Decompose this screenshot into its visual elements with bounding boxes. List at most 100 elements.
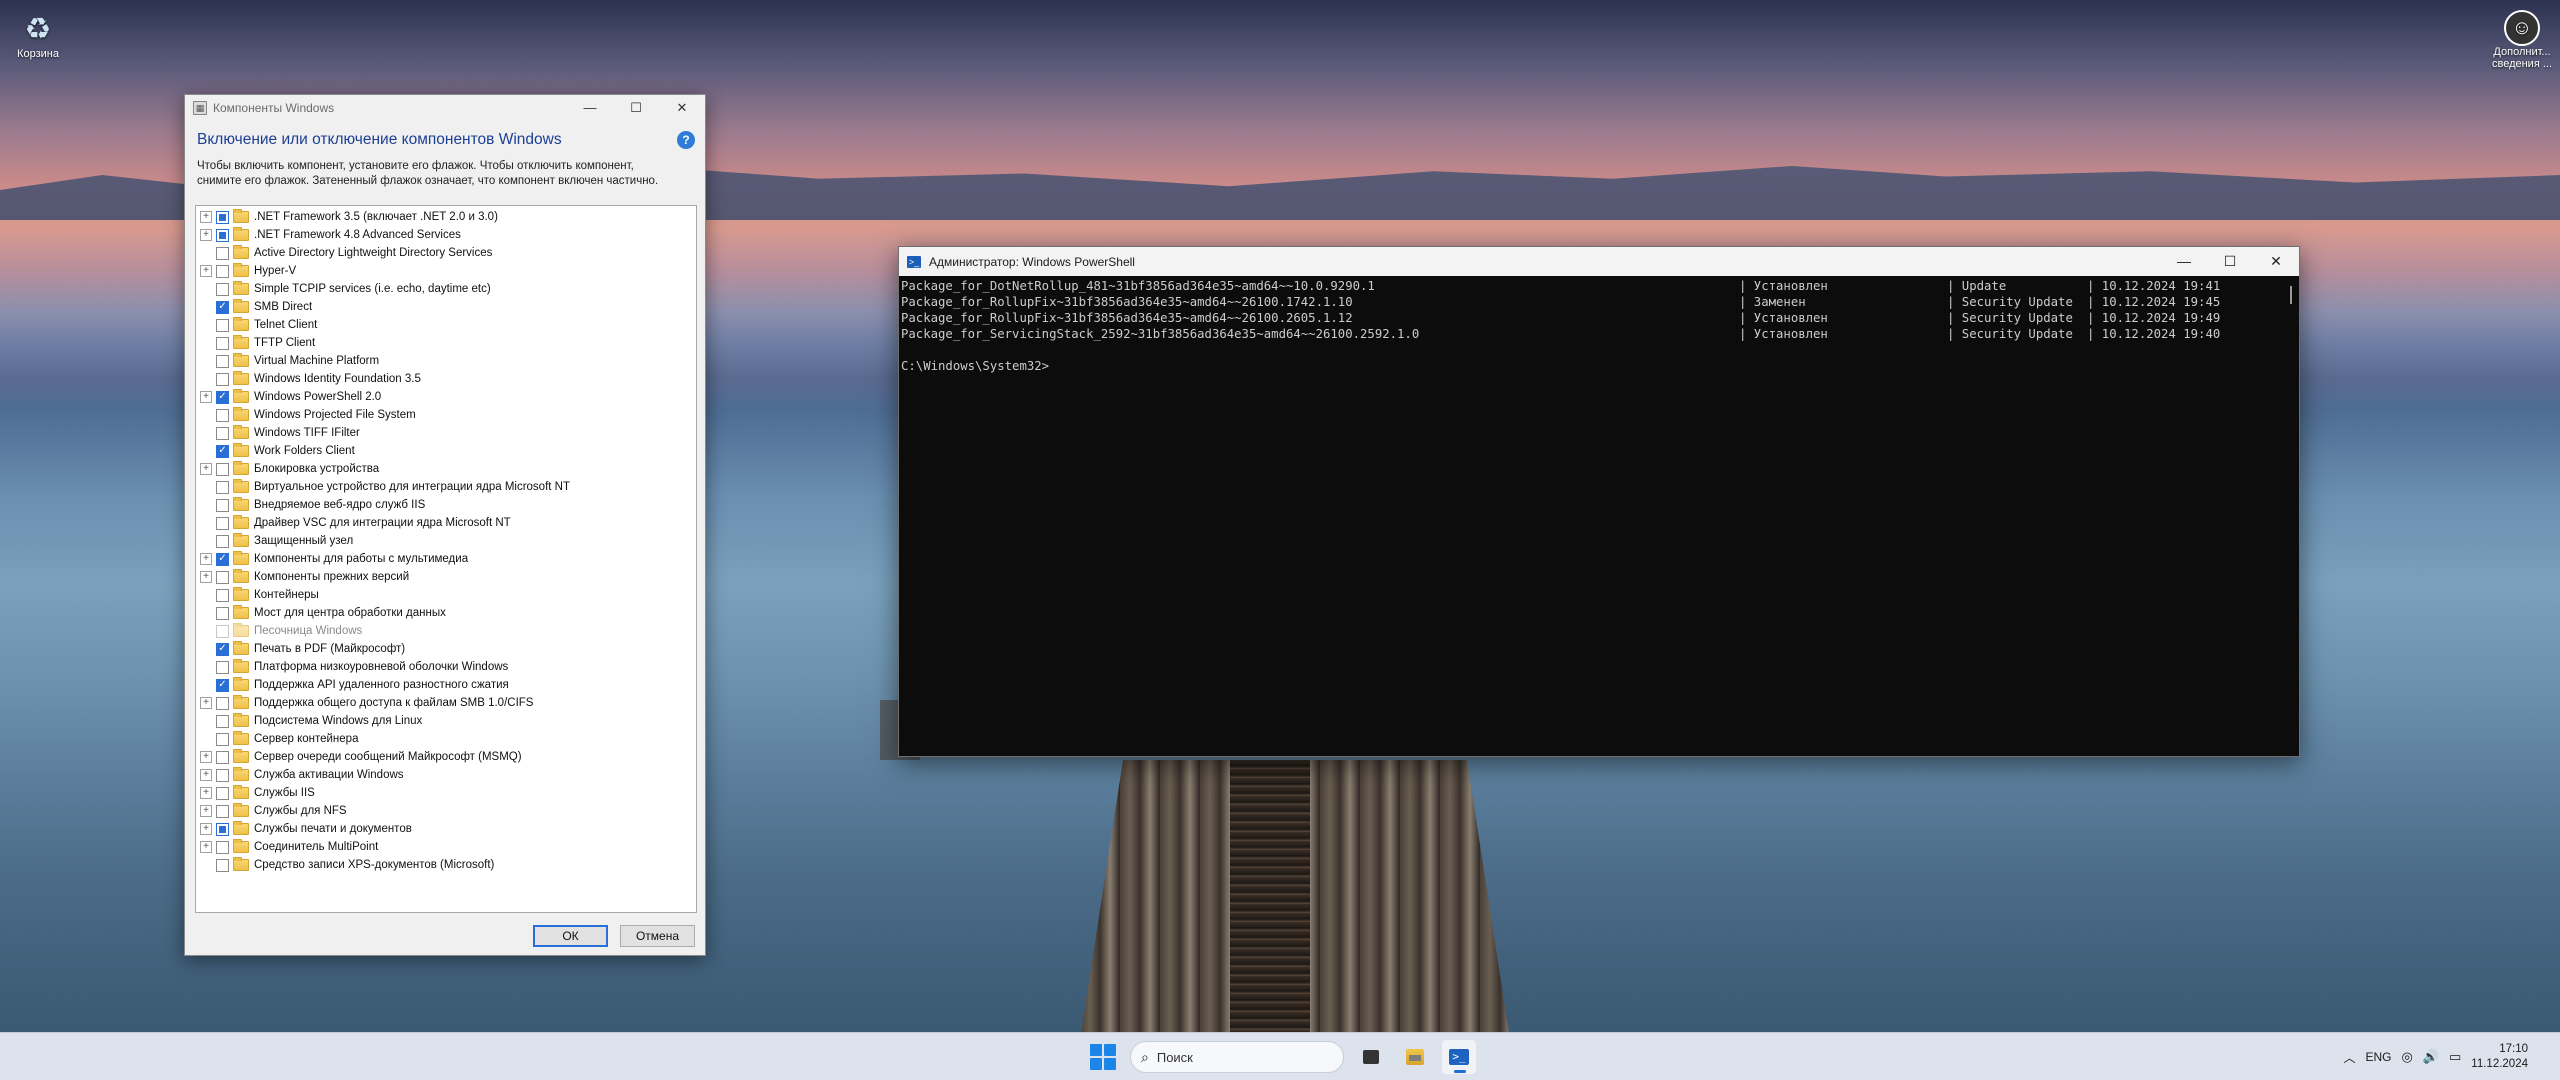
feature-row[interactable]: + Сервер очереди сообщений Майкрософт (MS… (196, 748, 696, 766)
feature-checkbox[interactable] (216, 480, 229, 494)
cancel-button[interactable]: Отмена (620, 925, 695, 947)
feature-checkbox[interactable] (216, 660, 229, 674)
feature-row[interactable]: ✓ Work Folders Client (196, 442, 696, 460)
expand-icon[interactable]: + (200, 751, 212, 763)
feature-checkbox[interactable] (216, 426, 229, 440)
feature-row[interactable]: Simple TCPIP services (i.e. echo, daytim… (196, 280, 696, 298)
ps-maximize-button[interactable]: ☐ (2207, 247, 2253, 276)
feature-checkbox[interactable] (216, 732, 229, 746)
expand-icon[interactable]: + (200, 265, 212, 277)
feature-row[interactable]: Внедряемое веб-ядро служб IIS (196, 496, 696, 514)
console-prompt[interactable]: C:\Windows\System32> (901, 358, 2279, 374)
feature-row[interactable]: Средство записи XPS-документов (Microsof… (196, 856, 696, 874)
expand-icon[interactable]: + (200, 769, 212, 781)
feature-checkbox[interactable] (216, 840, 229, 854)
feature-checkbox[interactable] (216, 498, 229, 512)
feature-checkbox[interactable] (216, 264, 229, 278)
show-desktop-button[interactable] (2538, 1034, 2548, 1080)
expand-icon[interactable]: + (200, 697, 212, 709)
feature-row[interactable]: ✓ Печать в PDF (Майкрософт) (196, 640, 696, 658)
feature-row[interactable]: Песочница Windows (196, 622, 696, 640)
feature-checkbox[interactable]: ✓ (216, 444, 229, 458)
recycle-bin-shortcut[interactable]: ♻ Корзина (2, 12, 74, 60)
feature-row[interactable]: Telnet Client (196, 316, 696, 334)
start-button[interactable] (1086, 1040, 1120, 1074)
feature-checkbox[interactable] (216, 624, 229, 638)
feature-row[interactable]: Подсистема Windows для Linux (196, 712, 696, 730)
feature-row[interactable]: + ✓ Компоненты для работы с мультимедиа (196, 550, 696, 568)
show-hidden-icons-icon[interactable]: ︿ (2343, 1049, 2355, 1066)
features-titlebar[interactable]: ▦ Компоненты Windows — ☐ ✕ (185, 95, 705, 121)
feature-row[interactable]: + Компоненты прежних версий (196, 568, 696, 586)
feature-row[interactable]: Мост для центра обработки данных (196, 604, 696, 622)
feature-row[interactable]: Active Directory Lightweight Directory S… (196, 244, 696, 262)
feature-checkbox[interactable] (216, 768, 229, 782)
feature-row[interactable]: + ✓ Windows PowerShell 2.0 (196, 388, 696, 406)
feature-checkbox[interactable] (216, 858, 229, 872)
feature-row[interactable]: ✓ SMB Direct (196, 298, 696, 316)
input-language[interactable]: ENG (2365, 1050, 2391, 1064)
feature-checkbox[interactable] (216, 462, 229, 476)
feature-checkbox[interactable]: ✓ (216, 390, 229, 404)
feature-row[interactable]: Сервер контейнера (196, 730, 696, 748)
feature-row[interactable]: + Поддержка общего доступа к файлам SMB 1… (196, 694, 696, 712)
feature-row[interactable]: Windows Identity Foundation 3.5 (196, 370, 696, 388)
feature-checkbox[interactable] (216, 336, 229, 350)
maximize-button[interactable]: ☐ (613, 95, 659, 121)
expand-icon[interactable]: + (200, 823, 212, 835)
feature-row[interactable]: + Блокировка устройства (196, 460, 696, 478)
minimize-button[interactable]: — (567, 95, 613, 121)
expand-icon[interactable]: + (200, 553, 212, 565)
feature-checkbox[interactable] (216, 516, 229, 530)
feature-checkbox[interactable] (216, 354, 229, 368)
volume-icon[interactable]: 🔊 (2423, 1049, 2439, 1065)
feature-row[interactable]: Windows Projected File System (196, 406, 696, 424)
feature-checkbox[interactable] (216, 318, 229, 332)
feature-row[interactable]: Виртуальное устройство для интеграции яд… (196, 478, 696, 496)
feature-row[interactable]: ✓ Поддержка API удаленного разностного сж… (196, 676, 696, 694)
ok-button[interactable]: ОК (533, 925, 608, 947)
feature-row[interactable]: Windows TIFF IFilter (196, 424, 696, 442)
expand-icon[interactable]: + (200, 787, 212, 799)
feature-row[interactable]: TFTP Client (196, 334, 696, 352)
feature-row[interactable]: + Hyper-V (196, 262, 696, 280)
feature-row[interactable]: + .NET Framework 3.5 (включает .NET 2.0 и… (196, 208, 696, 226)
scrollbar-thumb[interactable] (2290, 286, 2292, 304)
expand-icon[interactable]: + (200, 229, 212, 241)
feature-checkbox[interactable] (216, 786, 229, 800)
feature-checkbox[interactable] (216, 822, 229, 836)
feature-row[interactable]: Virtual Machine Platform (196, 352, 696, 370)
expand-icon[interactable]: + (200, 391, 212, 403)
feature-checkbox[interactable] (216, 606, 229, 620)
feature-row[interactable]: + Соединитель MultiPoint (196, 838, 696, 856)
feature-row[interactable]: + Службы IIS (196, 784, 696, 802)
features-tree[interactable]: + .NET Framework 3.5 (включает .NET 2.0 и… (195, 205, 697, 913)
feature-row[interactable]: + Служба активации Windows (196, 766, 696, 784)
feature-checkbox[interactable]: ✓ (216, 642, 229, 656)
network-icon[interactable]: ◎ (2401, 1049, 2412, 1065)
expand-icon[interactable]: + (200, 211, 212, 223)
feature-checkbox[interactable]: ✓ (216, 678, 229, 692)
feature-row[interactable]: Платформа низкоуровневой оболочки Window… (196, 658, 696, 676)
task-view-button[interactable] (1354, 1040, 1388, 1074)
feature-checkbox[interactable] (216, 714, 229, 728)
feature-checkbox[interactable] (216, 372, 229, 386)
file-explorer-button[interactable] (1398, 1040, 1432, 1074)
feature-checkbox[interactable] (216, 588, 229, 602)
feature-checkbox[interactable] (216, 246, 229, 260)
expand-icon[interactable]: + (200, 841, 212, 853)
ps-minimize-button[interactable]: — (2161, 247, 2207, 276)
powershell-taskbar-button[interactable]: >_ (1442, 1040, 1476, 1074)
console-scrollbar[interactable] (2281, 276, 2299, 756)
feature-row[interactable]: + Службы печати и документов (196, 820, 696, 838)
feature-checkbox[interactable] (216, 408, 229, 422)
feature-row[interactable]: + Службы для NFS (196, 802, 696, 820)
ps-close-button[interactable]: ✕ (2253, 247, 2299, 276)
console-output[interactable]: Package_for_DotNetRollup_481~31bf3856ad3… (899, 276, 2281, 756)
feature-checkbox[interactable] (216, 804, 229, 818)
feature-checkbox[interactable]: ✓ (216, 300, 229, 314)
feature-checkbox[interactable]: ✓ (216, 552, 229, 566)
feature-checkbox[interactable] (216, 534, 229, 548)
feature-row[interactable]: Контейнеры (196, 586, 696, 604)
expand-icon[interactable]: + (200, 805, 212, 817)
